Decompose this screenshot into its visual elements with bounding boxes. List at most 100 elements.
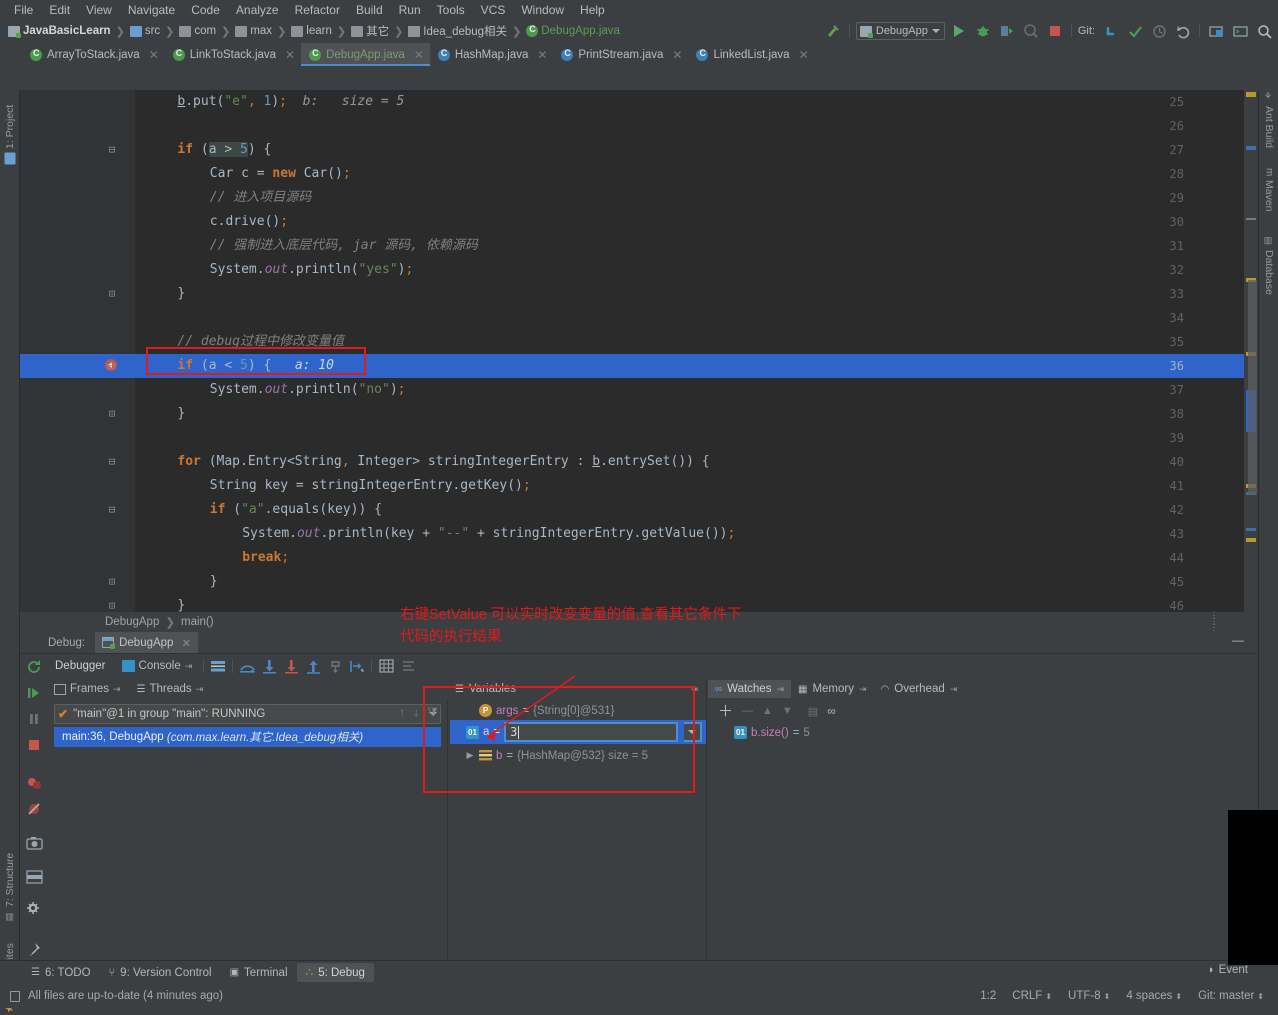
filter-icon[interactable]: ⧩ [424,705,441,720]
update-project-icon[interactable] [1101,22,1121,40]
code-line[interactable]: Car c = new Car(); [210,162,351,186]
pause-program-icon[interactable] [20,706,48,732]
rerun-icon[interactable] [20,654,48,680]
gutter-marker-warning[interactable] [1246,538,1256,542]
evaluate-expression-icon[interactable] [376,657,396,675]
breadcrumb-idea-debug[interactable]: Idea_debug相关 [406,23,509,39]
code-line[interactable]: } [177,282,185,306]
menu-item-help[interactable]: Help [572,1,613,19]
stack-frame-row[interactable]: main:36, DebugApp (com.max.learn.其它.Idea… [54,727,441,747]
close-icon[interactable]: ✕ [537,48,547,62]
sidebar-item-ant-build[interactable]: ⚘ Ant Build [1259,92,1278,160]
editor-scrollbar[interactable] [1244,90,1258,612]
tab-console[interactable]: Console ⇥ [115,658,200,674]
run-configuration-selector[interactable]: DebugApp [855,22,945,40]
bottom-tab-terminal[interactable]: ▣ Terminal [221,964,297,982]
tab-threads[interactable]: ☰ Threads ⇥ [131,681,210,697]
breadcrumb-javabasiclearn[interactable]: JavaBasicLearn [6,25,113,38]
pin-tab-icon[interactable]: ⇥ [185,661,193,672]
fold-expand-icon[interactable]: ⊡ [106,408,118,420]
minimize-debug-window-button[interactable]: — [1232,634,1246,647]
bottom-tab-debug[interactable]: ⛬ 5: Debug [296,963,374,982]
code-line[interactable]: System.out.println("no"); [210,378,406,402]
gutter-marker-warning[interactable] [1246,92,1256,97]
layout-icon[interactable] [20,864,48,890]
commit-icon[interactable] [1125,22,1145,40]
tab-linkedlist[interactable]: LinkedList.java✕ [688,43,815,66]
sidebar-item-structure[interactable]: ▤ 7: Structure [0,835,20,921]
move-up-icon[interactable]: ▲ [762,705,773,717]
remove-watch-icon[interactable]: — [742,705,753,717]
gutter-marker-info[interactable] [1246,146,1256,150]
bottom-tab-todo[interactable]: ☰ 6: TODO [22,964,100,982]
fold-collapse-icon[interactable]: ⊟ [106,456,118,468]
close-icon[interactable]: ✕ [414,48,424,62]
menu-item-refactor[interactable]: Refactor [287,1,348,19]
sidebar-item-project[interactable]: 1: Project [0,92,20,165]
menu-item-tools[interactable]: Tools [429,1,473,19]
force-step-into-icon[interactable] [281,657,301,675]
menu-item-build[interactable]: Build [348,1,391,19]
profile-icon[interactable] [1021,22,1041,40]
code-line[interactable]: String key = stringIntegerEntry.getKey()… [210,474,531,498]
stop-icon[interactable] [1045,22,1065,40]
link-icon[interactable]: ∞ [827,704,836,718]
gutter-marker-todo[interactable] [1246,218,1256,220]
stop-program-icon[interactable] [20,732,48,758]
line-separator-selector[interactable]: CRLF ⬍ [1004,990,1060,1002]
set-value-input[interactable]: 3 [504,722,678,742]
tab-debugger[interactable]: Debugger [48,658,113,674]
menu-item-file[interactable]: File [6,1,41,19]
move-down-icon[interactable]: ▼ [782,705,793,717]
settings-gear-icon[interactable] [20,896,48,922]
code-line[interactable]: b.put("e", 1); b: size = 5 [177,90,404,114]
breadcrumb-com[interactable]: com [177,25,218,37]
move-down-icon[interactable]: ↓ [410,705,422,720]
menu-item-window[interactable]: Window [513,1,572,19]
run-to-cursor-icon[interactable] [347,657,367,675]
breadcrumb-class[interactable]: DebugApp [105,616,159,628]
run-with-coverage-icon[interactable] [997,22,1017,40]
event-log-button[interactable]: ◗ Event [1208,964,1248,976]
fold-expand-icon[interactable]: ⊡ [106,576,118,588]
code-line[interactable]: } [177,402,185,426]
search-everywhere-icon[interactable] [1254,22,1274,40]
thread-selector[interactable]: ✔ "main"@1 in group "main": RUNNING [54,704,441,724]
menu-item-edit[interactable]: Edit [41,1,78,19]
menu-item-run[interactable]: Run [391,1,429,19]
code-line[interactable]: if (a < 5) { a: 10 [177,354,334,378]
variable-row-b[interactable]: ▶ b = {HashMap@532} size = 5 [449,745,706,766]
close-icon[interactable]: ✕ [285,48,295,62]
code-line[interactable]: } [177,594,185,612]
breadcrumb-learn[interactable]: learn [289,25,334,37]
show-execution-point-icon[interactable] [208,657,228,675]
camera-icon[interactable] [20,830,48,856]
pin-icon[interactable] [20,936,48,962]
menu-item-navigate[interactable]: Navigate [120,1,183,19]
close-icon[interactable]: ✕ [149,48,159,62]
fold-collapse-icon[interactable]: ⊟ [106,360,118,372]
encoding-selector[interactable]: UTF-8 ⬍ [1060,990,1118,1002]
expander-icon[interactable]: ▶ [465,750,475,761]
code-line[interactable]: c.drive(); [210,210,288,234]
menu-item-analyze[interactable]: Analyze [228,1,287,19]
tab-watches[interactable]: ∞ Watches ⇥ [708,680,791,698]
breadcrumb-qita[interactable]: 其它 [349,23,391,39]
tab-memory[interactable]: ▦ Memory ⇥ [791,680,874,698]
breadcrumb-src[interactable]: src [128,25,162,37]
sidebar-item-database[interactable]: ▥ Database [1259,236,1278,308]
indent-selector[interactable]: 4 spaces ⬍ [1118,990,1190,1002]
fold-collapse-icon[interactable]: ⊟ [106,144,118,156]
gutter-marker-info[interactable] [1246,528,1256,531]
debug-session-tab[interactable]: DebugApp ✕ [95,632,199,653]
menu-item-code[interactable]: Code [183,1,228,19]
add-watch-icon[interactable]: ＋ [718,704,733,719]
mute-breakpoints-toolbar-icon[interactable] [398,657,418,675]
mute-breakpoints-icon[interactable] [20,796,48,822]
drop-frame-icon[interactable] [325,657,345,675]
code-line[interactable]: } [210,570,218,594]
code-line[interactable]: // 进入项目源码 [210,186,311,210]
resume-program-icon[interactable] [20,680,48,706]
tab-frames[interactable]: Frames ⇥ [48,681,127,697]
settings-icon[interactable] [1206,22,1226,40]
